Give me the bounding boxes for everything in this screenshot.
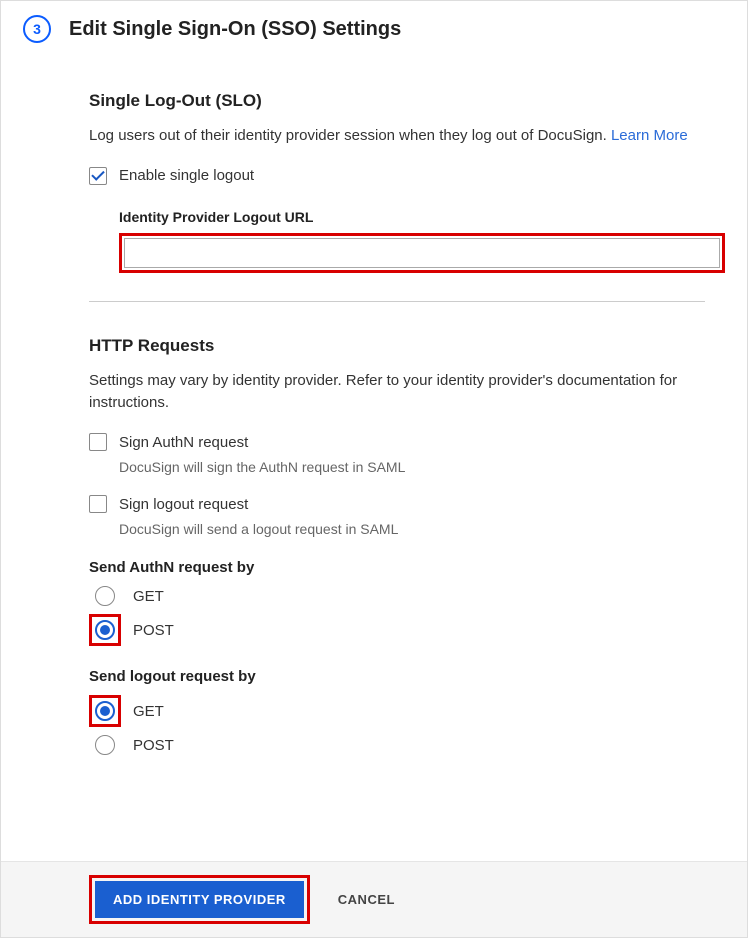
slo-section: Single Log-Out (SLO) Log users out of th… bbox=[89, 91, 705, 755]
highlight-authn-post bbox=[89, 614, 121, 646]
content-area: 3 Edit Single Sign-On (SSO) Settings Sin… bbox=[1, 1, 747, 755]
authn-post-row: POST bbox=[89, 614, 705, 646]
logout-url-input[interactable] bbox=[124, 238, 720, 268]
authn-get-label: GET bbox=[133, 588, 164, 605]
highlight-primary-button: ADD IDENTITY PROVIDER bbox=[89, 875, 310, 924]
settings-panel: 3 Edit Single Sign-On (SSO) Settings Sin… bbox=[0, 0, 748, 938]
enable-slo-checkbox[interactable] bbox=[89, 167, 107, 185]
logout-post-radio[interactable] bbox=[95, 735, 115, 755]
sign-authn-row: Sign AuthN request bbox=[89, 433, 705, 451]
slo-title: Single Log-Out (SLO) bbox=[89, 91, 705, 111]
authn-get-row: GET bbox=[89, 586, 705, 606]
send-logout-title: Send logout request by bbox=[89, 668, 705, 685]
section-divider bbox=[89, 301, 705, 302]
add-identity-provider-button[interactable]: ADD IDENTITY PROVIDER bbox=[95, 881, 304, 918]
sign-authn-checkbox[interactable] bbox=[89, 433, 107, 451]
step-number: 3 bbox=[33, 21, 41, 37]
sign-logout-checkbox[interactable] bbox=[89, 495, 107, 513]
authn-post-radio[interactable] bbox=[95, 620, 115, 640]
authn-get-radio[interactable] bbox=[95, 586, 115, 606]
enable-slo-label: Enable single logout bbox=[119, 167, 254, 184]
panel-header: 3 Edit Single Sign-On (SSO) Settings bbox=[23, 15, 725, 43]
http-description: Settings may vary by identity provider. … bbox=[89, 370, 705, 414]
highlight-logout-url bbox=[119, 233, 725, 273]
logout-get-label: GET bbox=[133, 703, 164, 720]
logout-get-radio[interactable] bbox=[95, 701, 115, 721]
logout-url-label: Identity Provider Logout URL bbox=[119, 209, 705, 225]
highlight-logout-get bbox=[89, 695, 121, 727]
step-indicator: 3 bbox=[23, 15, 51, 43]
sign-logout-help: DocuSign will send a logout request in S… bbox=[119, 521, 705, 537]
sign-authn-label: Sign AuthN request bbox=[119, 434, 248, 451]
sign-authn-help: DocuSign will sign the AuthN request in … bbox=[119, 459, 705, 475]
slo-description: Log users out of their identity provider… bbox=[89, 125, 705, 147]
logout-post-label: POST bbox=[133, 737, 174, 754]
authn-post-label: POST bbox=[133, 622, 174, 639]
sign-logout-row: Sign logout request bbox=[89, 495, 705, 513]
cancel-button[interactable]: CANCEL bbox=[338, 892, 395, 907]
logout-post-row: POST bbox=[89, 735, 705, 755]
http-title: HTTP Requests bbox=[89, 336, 705, 356]
logout-url-field: Identity Provider Logout URL bbox=[119, 209, 705, 273]
learn-more-link[interactable]: Learn More bbox=[611, 127, 688, 144]
enable-slo-row: Enable single logout bbox=[89, 167, 705, 185]
send-authn-title: Send AuthN request by bbox=[89, 559, 705, 576]
sign-logout-label: Sign logout request bbox=[119, 496, 248, 513]
logout-get-row: GET bbox=[89, 695, 705, 727]
page-title: Edit Single Sign-On (SSO) Settings bbox=[69, 18, 401, 41]
footer-bar: ADD IDENTITY PROVIDER CANCEL bbox=[1, 861, 747, 937]
